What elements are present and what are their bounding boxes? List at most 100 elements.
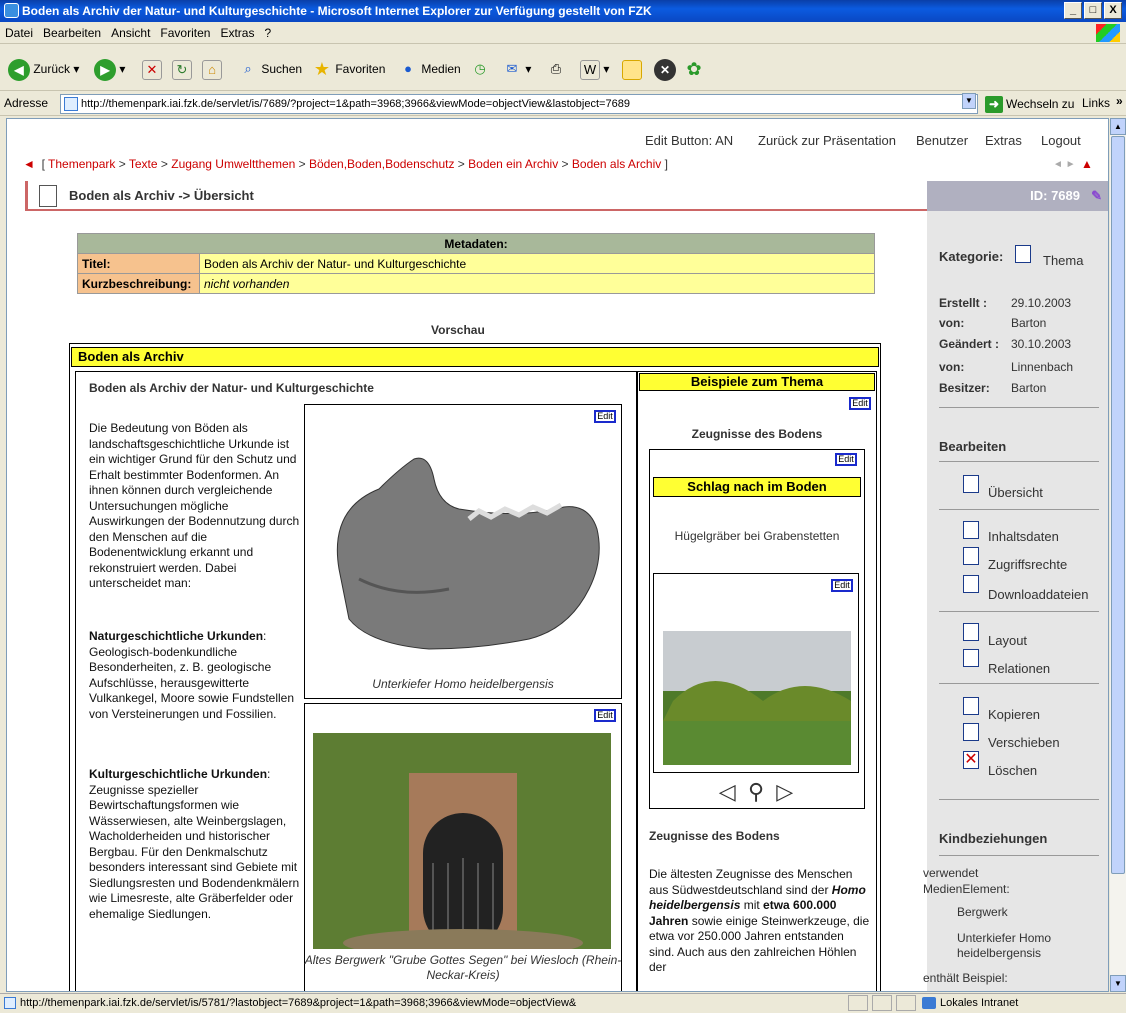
modified-by-label: von: xyxy=(939,360,965,374)
folder-button[interactable] xyxy=(622,57,642,81)
extras-link[interactable]: Extras xyxy=(985,133,1022,148)
scroll-up-icon[interactable]: ▲ xyxy=(1110,118,1126,135)
menu-file[interactable]: Datei xyxy=(0,26,38,40)
maximize-button[interactable]: □ xyxy=(1084,2,1102,19)
scroll-thumb[interactable] xyxy=(1111,136,1125,874)
move-icon xyxy=(963,723,979,741)
content-data-icon xyxy=(963,521,979,539)
forward-button[interactable]: ▶ ▾ xyxy=(94,57,125,81)
mail-button[interactable]: ✉ ▾ xyxy=(502,57,532,81)
owner-link[interactable]: Barton xyxy=(1011,381,1046,395)
menu-tools[interactable]: Extras xyxy=(215,26,259,40)
home-button[interactable]: ⌂ xyxy=(202,57,222,81)
key-icon xyxy=(963,547,979,565)
zoom-icon[interactable]: ⚲ xyxy=(748,779,764,804)
chevron-right-icon[interactable]: » xyxy=(1116,94,1123,108)
print-button[interactable]: ⎙ xyxy=(546,57,566,81)
triangle-up-icon[interactable]: ▲ xyxy=(1081,157,1093,171)
breadcrumb: ◄ [ Themenpark > Texte > Zugang Umweltth… xyxy=(23,157,668,171)
refresh-button[interactable]: ↻ xyxy=(172,57,192,81)
triangle-left-icon[interactable]: ◄ xyxy=(23,157,35,171)
addon-button[interactable]: ✿ xyxy=(684,57,704,81)
next-icon[interactable]: ▷ xyxy=(776,779,793,804)
address-dropdown-icon[interactable]: ▼ xyxy=(962,93,976,109)
child-relations-heading: Kindbeziehungen xyxy=(939,831,1048,846)
menu-bar: Datei Bearbeiten Ansicht Favoriten Extras? xyxy=(0,22,1126,44)
menu-view[interactable]: Ansicht xyxy=(106,26,155,40)
menu-edit[interactable]: Bearbeiten xyxy=(38,26,106,40)
nature-heading: Naturgeschichtliche Urkunden xyxy=(89,629,264,643)
status-panel xyxy=(872,995,892,1011)
breadcrumb-item[interactable]: Böden,Boden,Bodenschutz xyxy=(309,157,454,171)
edit-button[interactable]: Edit xyxy=(594,410,616,423)
previous-icon[interactable]: ◁ xyxy=(719,779,736,804)
edit-button[interactable]: Edit xyxy=(831,579,853,592)
breadcrumb-item[interactable]: Boden als Archiv xyxy=(572,157,661,171)
action-copy[interactable]: Kopieren xyxy=(988,707,1040,722)
edit-button[interactable]: Edit xyxy=(594,709,616,722)
back-button[interactable]: ◀ Zurück ▾ xyxy=(8,57,79,81)
close-button[interactable]: X xyxy=(1104,2,1122,19)
breadcrumb-item[interactable]: Themenpark xyxy=(48,157,115,171)
action-content-data[interactable]: Inhaltsdaten xyxy=(988,529,1059,544)
owner-label: Besitzer: xyxy=(939,381,990,395)
media-link-unterkiefer[interactable]: Unterkiefer Homo heidelbergensis xyxy=(957,931,1077,961)
relations-icon xyxy=(963,649,979,667)
category-label: Kategorie: xyxy=(939,249,1004,264)
links-label[interactable]: Links xyxy=(1082,96,1110,110)
menu-help[interactable]: ? xyxy=(259,26,276,40)
toolbar: ◀ Zurück ▾ ▶ ▾ ✕ ↻ ⌂ ⌕ Suchen ★ Favorite… xyxy=(0,45,1126,91)
menu-favorites[interactable]: Favoriten xyxy=(155,26,215,40)
action-overview[interactable]: Übersicht xyxy=(988,485,1043,500)
action-layout[interactable]: Layout xyxy=(988,633,1027,648)
search-button[interactable]: ⌕ Suchen xyxy=(238,57,302,81)
action-delete[interactable]: Löschen xyxy=(988,763,1037,778)
stop-button[interactable]: ✕ xyxy=(142,57,162,81)
uses-media-label: verwendet MedienElement: xyxy=(923,866,1010,896)
refresh-icon: ↻ xyxy=(172,59,192,80)
breadcrumb-item[interactable]: Texte xyxy=(129,157,158,171)
logout-link[interactable]: Logout xyxy=(1041,133,1081,148)
messenger-button[interactable]: ✕ xyxy=(654,57,676,81)
go-button[interactable]: ➜ Wechseln zu xyxy=(985,95,1074,114)
modified-label: Geändert : xyxy=(939,337,1000,351)
scroll-down-icon[interactable]: ▼ xyxy=(1110,975,1126,992)
created-by-link[interactable]: Barton xyxy=(1011,316,1046,330)
title-value: Boden als Archiv der Natur- und Kulturge… xyxy=(199,253,875,274)
edit-button-toggle[interactable]: Edit Button: AN xyxy=(645,133,733,148)
favorites-button[interactable]: ★ Favoriten xyxy=(312,57,385,81)
document-icon xyxy=(1015,245,1031,263)
history-button[interactable]: ◷ xyxy=(470,57,490,81)
action-move[interactable]: Verschieben xyxy=(988,735,1060,750)
user-link[interactable]: Benutzer xyxy=(916,133,968,148)
home-icon: ⌂ xyxy=(202,59,222,80)
description-label: Kurzbeschreibung: xyxy=(77,273,200,294)
print-icon: ⎙ xyxy=(550,60,562,76)
status-bar: http://themenpark.iai.fzk.de/servlet/is/… xyxy=(0,993,1126,1012)
media-link-bergwerk[interactable]: Bergwerk xyxy=(957,905,1008,919)
media-button[interactable]: ● Medien xyxy=(398,57,461,81)
breadcrumb-item[interactable]: Zugang Umweltthemen xyxy=(171,157,295,171)
schlag-title: Schlag nach im Boden xyxy=(653,477,861,497)
word-button[interactable]: W ▾ xyxy=(580,57,609,81)
nav-arrows-icon[interactable]: ◄ ► xyxy=(1053,159,1076,170)
main-heading: Boden als Archiv der Natur- und Kulturge… xyxy=(89,381,374,395)
edit-button[interactable]: Edit xyxy=(849,397,871,410)
slideshow-controls: ◁ ⚲ ▷ xyxy=(653,779,859,805)
action-access-rights[interactable]: Zugriffsrechte xyxy=(988,557,1067,572)
preview-box-title: Boden als Archiv xyxy=(71,347,879,367)
action-relations[interactable]: Relationen xyxy=(988,661,1050,676)
nature-text: Geologisch-bodenkundliche Besonderheiten… xyxy=(89,644,295,721)
page-viewport: Edit Button: AN Zurück zur Präsentation … xyxy=(6,118,1109,992)
modified-by-link[interactable]: Linnenbach xyxy=(1011,360,1073,374)
breadcrumb-item[interactable]: Boden ein Archiv xyxy=(468,157,558,171)
action-downloads[interactable]: Downloaddateien xyxy=(988,587,1088,602)
minimize-button[interactable]: _ xyxy=(1064,2,1082,19)
mail-icon: ✉ xyxy=(506,60,518,76)
back-to-presentation-link[interactable]: Zurück zur Präsentation xyxy=(758,133,896,148)
edit-button[interactable]: Edit xyxy=(835,453,857,466)
intro-text: Die Bedeutung von Böden als landschaftsg… xyxy=(89,421,300,590)
edit-pencil-icon[interactable]: ✎ xyxy=(1091,181,1102,211)
vertical-scrollbar[interactable]: ▲ ▼ xyxy=(1110,118,1126,992)
address-input[interactable]: http://themenpark.iai.fzk.de/servlet/is/… xyxy=(60,94,978,114)
